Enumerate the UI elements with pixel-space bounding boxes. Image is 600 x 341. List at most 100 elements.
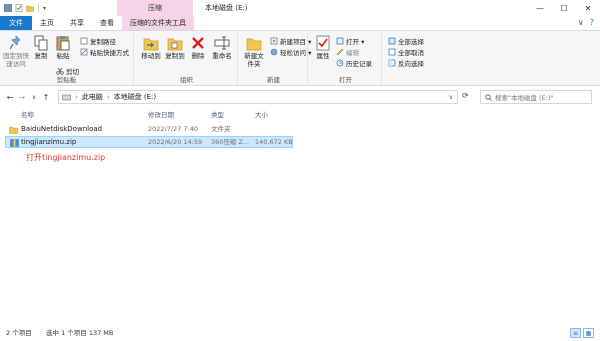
copy-path-label: 复制路径: [90, 38, 116, 46]
paste-button[interactable]: 粘贴: [54, 35, 72, 60]
new-folder-button[interactable]: 新建文件夹: [242, 35, 266, 68]
select-all-icon: [388, 37, 396, 45]
tab-home[interactable]: 主页: [32, 16, 62, 30]
tab-file[interactable]: 文件: [0, 16, 32, 30]
status-bar: 2 个项目 选中 1 个项目 137 MB ≡ ▦: [0, 326, 600, 341]
ribbon-right-controls: ∨ ?: [578, 16, 594, 30]
close-button[interactable]: ✕: [576, 0, 600, 16]
clipboard-group-label: 剪贴板: [56, 76, 77, 84]
minimize-button[interactable]: —: [528, 0, 552, 16]
zip-icon: [10, 139, 19, 147]
edit-icon: [336, 48, 344, 56]
quick-access-toolbar: ▾: [0, 3, 46, 13]
move-to-icon: [143, 38, 159, 51]
file-name: tingjianzimu.zip: [21, 138, 77, 146]
selection-info: 选中 1 个项目 137 MB: [46, 329, 114, 337]
copy-path-button[interactable]: 复制路径: [80, 36, 116, 46]
forward-button[interactable]: →: [16, 93, 28, 102]
properties-label: 属性: [316, 52, 330, 60]
select-all-button[interactable]: 全部选择: [388, 36, 424, 46]
large-icons-view-icon[interactable]: ▦: [583, 328, 594, 338]
tab-compressed-folder-tools[interactable]: 压缩的文件夹工具: [122, 16, 194, 30]
copy-path-icon: [80, 37, 88, 45]
new-folder-icon[interactable]: [26, 4, 34, 12]
breadcrumb-drive[interactable]: 本地磁盘 (E:): [114, 92, 156, 102]
file-row-folder[interactable]: BaiduNetdiskDownload 2022/7/27 7:40 文件夹: [5, 124, 293, 136]
address-dropdown-icon[interactable]: ∨: [449, 94, 453, 101]
new-item-icon: [270, 37, 278, 45]
select-none-button[interactable]: 全部取消: [388, 47, 424, 57]
column-name[interactable]: 名称: [21, 108, 34, 122]
details-view-icon[interactable]: ≡: [570, 328, 581, 338]
open-label: 打开 ▾: [346, 38, 365, 46]
up-button[interactable]: ↑: [40, 93, 52, 102]
file-date: 2022/6/20 14:59: [148, 138, 203, 146]
file-date: 2022/7/27 7:40: [148, 125, 198, 133]
move-to-label: 移动到: [141, 52, 161, 60]
search-icon: [485, 93, 492, 101]
copy-to-label: 复制到: [165, 52, 185, 60]
tab-view[interactable]: 查看: [92, 16, 122, 30]
select-none-icon: [388, 48, 396, 56]
move-to-button[interactable]: 移动到: [140, 35, 162, 60]
paste-shortcut-button[interactable]: 粘贴快捷方式: [80, 47, 129, 57]
select-all-label: 全部选择: [398, 38, 424, 46]
window-title: 本地磁盘 (E:): [205, 4, 248, 12]
search-box[interactable]: 搜索"本地磁盘 (E:)": [480, 90, 592, 104]
new-group-label: 新建: [267, 76, 280, 84]
file-type: 360压缩 Z...: [211, 138, 250, 146]
column-size[interactable]: 大小: [255, 108, 268, 122]
navigation-bar: ← → ∨ ↑ › 此电脑 › 本地磁盘 (E:) ∨ ⟳ 搜索"本地磁盘 (E…: [0, 88, 600, 106]
open-button[interactable]: 打开 ▾: [336, 36, 364, 46]
select-none-label: 全部取消: [398, 49, 424, 57]
drive-icon: [62, 94, 71, 100]
recent-locations-button[interactable]: ∨: [28, 94, 40, 101]
breadcrumb-separator: ›: [75, 93, 78, 101]
rename-label: 重命名: [212, 52, 232, 60]
address-bar[interactable]: › 此电脑 › 本地磁盘 (E:) ∨: [58, 90, 458, 104]
open-group-label: 打开: [339, 76, 352, 84]
delete-button[interactable]: 删除: [188, 35, 208, 60]
save-icon[interactable]: [4, 4, 12, 12]
history-button[interactable]: 历史记录: [336, 58, 372, 68]
pin-icon: [9, 35, 21, 50]
rename-icon: [214, 36, 230, 50]
edit-button[interactable]: 编辑: [336, 47, 359, 57]
column-date[interactable]: 修改日期: [148, 108, 174, 122]
help-button[interactable]: ?: [590, 16, 594, 30]
pin-quick-access-button[interactable]: 固定到快速访问: [2, 35, 30, 68]
history-label: 历史记录: [346, 60, 372, 68]
file-row-zip[interactable]: tingjianzimu.zip 2022/6/20 14:59 360压缩 Z…: [5, 136, 293, 148]
search-placeholder: 搜索"本地磁盘 (E:)": [495, 94, 554, 102]
organize-group: 移动到 复制到 删除 重命名 组织: [136, 33, 238, 85]
column-type[interactable]: 类型: [211, 108, 224, 122]
qat-dropdown-icon[interactable]: ▾: [43, 5, 46, 12]
properties-icon[interactable]: [15, 4, 23, 12]
new-item-label: 新建项目 ▾: [280, 38, 312, 46]
organize-group-label: 组织: [180, 76, 193, 84]
refresh-icon[interactable]: ⟳: [462, 91, 469, 100]
easy-access-button[interactable]: 轻松访问 ▾: [270, 47, 311, 57]
maximize-button[interactable]: ☐: [552, 0, 576, 16]
ribbon-tabs: 文件 主页 共享 查看 压缩的文件夹工具 ∨ ?: [0, 16, 600, 30]
ribbon-collapse-icon[interactable]: ∨: [578, 16, 584, 30]
invert-selection-icon: [388, 59, 396, 67]
paste-icon: [56, 36, 70, 51]
copy-to-icon: [167, 38, 183, 51]
copy-to-button[interactable]: 复制到: [164, 35, 186, 60]
properties-button[interactable]: 属性: [314, 35, 332, 60]
copy-icon: [34, 35, 48, 51]
back-button[interactable]: ←: [4, 93, 16, 102]
breadcrumb-this-pc[interactable]: 此电脑: [82, 92, 103, 102]
new-item-button[interactable]: 新建项目 ▾: [270, 36, 311, 46]
tab-share[interactable]: 共享: [62, 16, 92, 30]
copy-button[interactable]: 复制: [32, 35, 50, 60]
file-size: 140,672 KB: [255, 138, 293, 146]
rename-button[interactable]: 重命名: [210, 35, 234, 60]
invert-selection-button[interactable]: 反向选择: [388, 58, 424, 68]
item-count: 2 个项目: [6, 329, 32, 337]
paste-shortcut-icon: [80, 48, 88, 56]
folder-icon: [9, 126, 18, 134]
clipboard-group: 固定到快速访问 复制 粘贴 复制路径 粘贴快捷方式 剪切 剪贴板: [0, 33, 134, 85]
window-controls: — ☐ ✕: [528, 0, 600, 16]
